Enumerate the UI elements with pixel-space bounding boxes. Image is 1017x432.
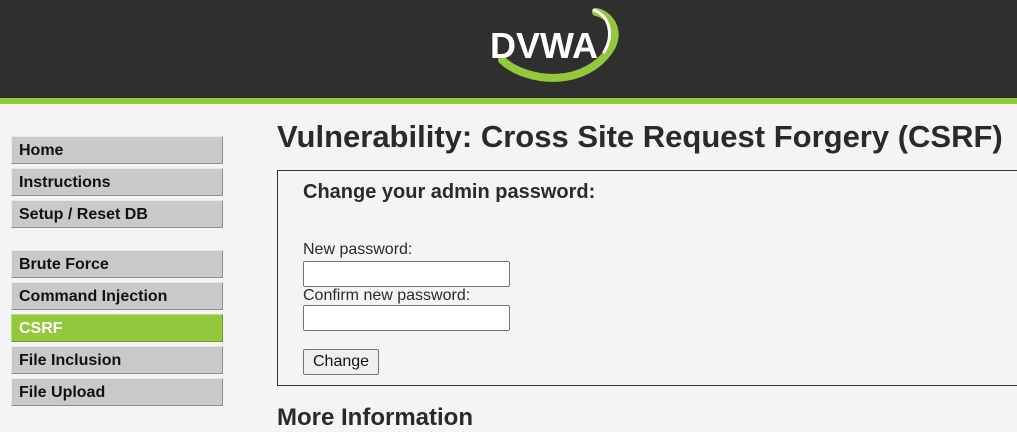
menu-group-general: Home Instructions Setup / Reset DB xyxy=(11,136,223,228)
form-heading: Change your admin password: xyxy=(303,181,596,203)
page-title: Vulnerability: Cross Site Request Forger… xyxy=(277,119,1003,154)
dvwa-logo[interactable]: DVWA xyxy=(488,6,620,86)
change-button[interactable]: Change xyxy=(303,349,380,375)
new-password-input[interactable] xyxy=(303,261,510,287)
vulnerable-code-area: Change your admin password: New password… xyxy=(277,170,1017,386)
main-content: Vulnerability: Cross Site Request Forger… xyxy=(277,118,1017,431)
sidebar-item-csrf[interactable]: CSRF xyxy=(11,314,223,342)
sidebar-item-command-injection[interactable]: Command Injection xyxy=(11,282,223,310)
dvwa-logo-graphic: DVWA xyxy=(490,8,619,82)
logo-text: DVWA xyxy=(490,25,598,66)
header-bar: DVWA xyxy=(0,0,1017,104)
sidebar-menu: Home Instructions Setup / Reset DB Brute… xyxy=(11,136,223,410)
new-password-label: New password: xyxy=(303,241,413,258)
more-information-heading: More Information xyxy=(277,404,473,431)
sidebar-item-home[interactable]: Home xyxy=(11,136,223,164)
sidebar-item-brute-force[interactable]: Brute Force xyxy=(11,250,223,278)
menu-group-vulnerabilities: Brute Force Command Injection CSRF File … xyxy=(11,250,223,406)
confirm-password-input[interactable] xyxy=(303,305,510,331)
sidebar-item-file-inclusion[interactable]: File Inclusion xyxy=(11,346,223,374)
sidebar-item-file-upload[interactable]: File Upload xyxy=(11,378,223,406)
confirm-password-label: Confirm new password: xyxy=(303,287,471,304)
sidebar-item-setup-reset-db[interactable]: Setup / Reset DB xyxy=(11,200,223,228)
sidebar-item-instructions[interactable]: Instructions xyxy=(11,168,223,196)
